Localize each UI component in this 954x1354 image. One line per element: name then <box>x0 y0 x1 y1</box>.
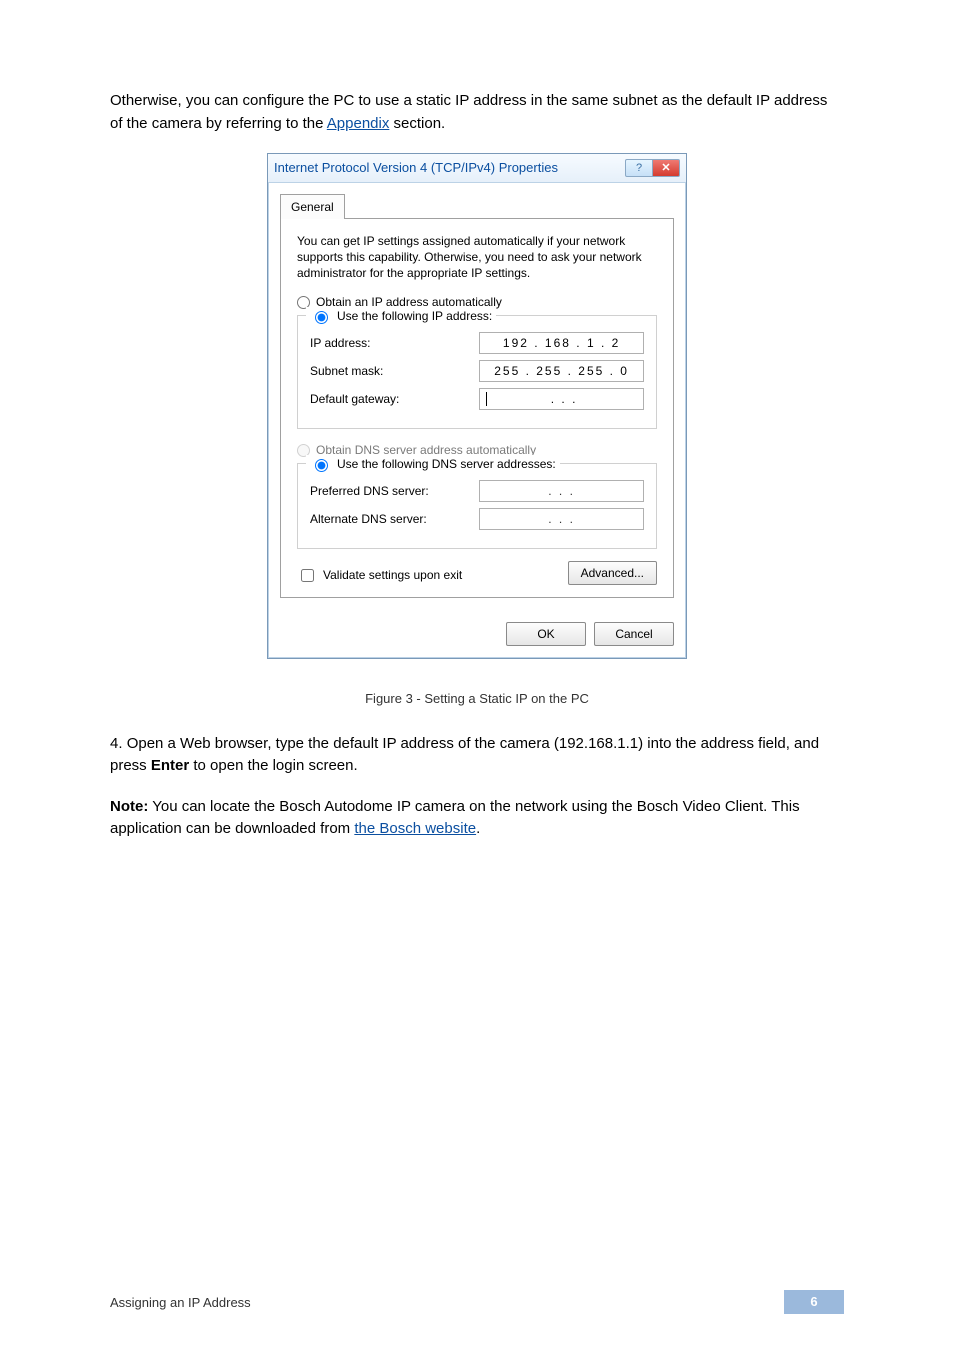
dialog-title: Internet Protocol Version 4 (TCP/IPv4) P… <box>274 158 558 178</box>
ok-button[interactable]: OK <box>506 622 586 646</box>
default-gateway-label: Default gateway: <box>310 390 479 408</box>
subnet-mask-value: 255 . 255 . 255 . 0 <box>486 362 637 380</box>
note-after: . <box>476 820 480 837</box>
validate-checkbox[interactable] <box>301 569 314 582</box>
group-use-dns: Use the following DNS server addresses: … <box>297 463 657 549</box>
tab-general[interactable]: General <box>280 194 345 219</box>
note-label: Note: <box>110 798 148 815</box>
preferred-dns-label: Preferred DNS server: <box>310 482 479 500</box>
footer-title: Assigning an IP Address <box>110 1295 251 1310</box>
ip-address-value: 192 . 168 . 1 . 2 <box>486 334 637 352</box>
radio-use-ip-label: Use the following IP address: <box>337 307 492 325</box>
close-button[interactable]: ✕ <box>652 159 680 177</box>
alternate-dns-value: . . . <box>486 510 637 528</box>
radio-use-dns-input[interactable] <box>315 459 328 472</box>
note-paragraph: Note: You can locate the Bosch Autodome … <box>110 796 844 841</box>
alternate-dns-label: Alternate DNS server: <box>310 510 479 528</box>
page-footer: Assigning an IP Address 6 <box>0 1290 954 1314</box>
ip-address-input[interactable]: 192 . 168 . 1 . 2 <box>479 332 644 354</box>
figure-caption: Figure 3 - Setting a Static IP on the PC <box>110 689 844 709</box>
appendix-link[interactable]: Appendix <box>327 115 390 132</box>
ipv4-properties-dialog: Internet Protocol Version 4 (TCP/IPv4) P… <box>267 153 687 659</box>
page-number: 6 <box>784 1290 844 1314</box>
radio-use-ip-input[interactable] <box>315 311 328 324</box>
para1-before: Otherwise, you can configure the PC to u… <box>110 92 827 132</box>
ip-address-label: IP address: <box>310 334 479 352</box>
tab-panel-general: You can get IP settings assigned automat… <box>280 218 674 599</box>
enter-key: Enter <box>151 757 189 774</box>
group-use-ip: Use the following IP address: IP address… <box>297 315 657 429</box>
advanced-button[interactable]: Advanced... <box>568 561 657 585</box>
dialog-description: You can get IP settings assigned automat… <box>297 233 657 282</box>
paragraph-static-ip: Otherwise, you can configure the PC to u… <box>110 90 844 135</box>
help-button[interactable]: ? <box>625 159 653 177</box>
step-number: 4. <box>110 735 127 752</box>
cancel-button[interactable]: Cancel <box>594 622 674 646</box>
subnet-mask-label: Subnet mask: <box>310 362 479 380</box>
preferred-dns-input[interactable]: . . . <box>479 480 644 502</box>
dialog-titlebar: Internet Protocol Version 4 (TCP/IPv4) P… <box>268 154 686 183</box>
radio-use-dns-label: Use the following DNS server addresses: <box>337 455 556 473</box>
alternate-dns-input[interactable]: . . . <box>479 508 644 530</box>
validate-label: Validate settings upon exit <box>323 566 462 584</box>
default-gateway-value: . . . <box>491 390 637 408</box>
para1-after: section. <box>389 115 445 132</box>
step-4-paragraph: 4. Open a Web browser, type the default … <box>110 733 844 778</box>
preferred-dns-value: . . . <box>486 482 637 500</box>
step-after: to open the login screen. <box>189 757 357 774</box>
default-gateway-input[interactable]: . . . <box>479 388 644 410</box>
bosch-website-link[interactable]: the Bosch website <box>354 820 476 837</box>
validate-row[interactable]: Validate settings upon exit <box>297 566 462 585</box>
subnet-mask-input[interactable]: 255 . 255 . 255 . 0 <box>479 360 644 382</box>
